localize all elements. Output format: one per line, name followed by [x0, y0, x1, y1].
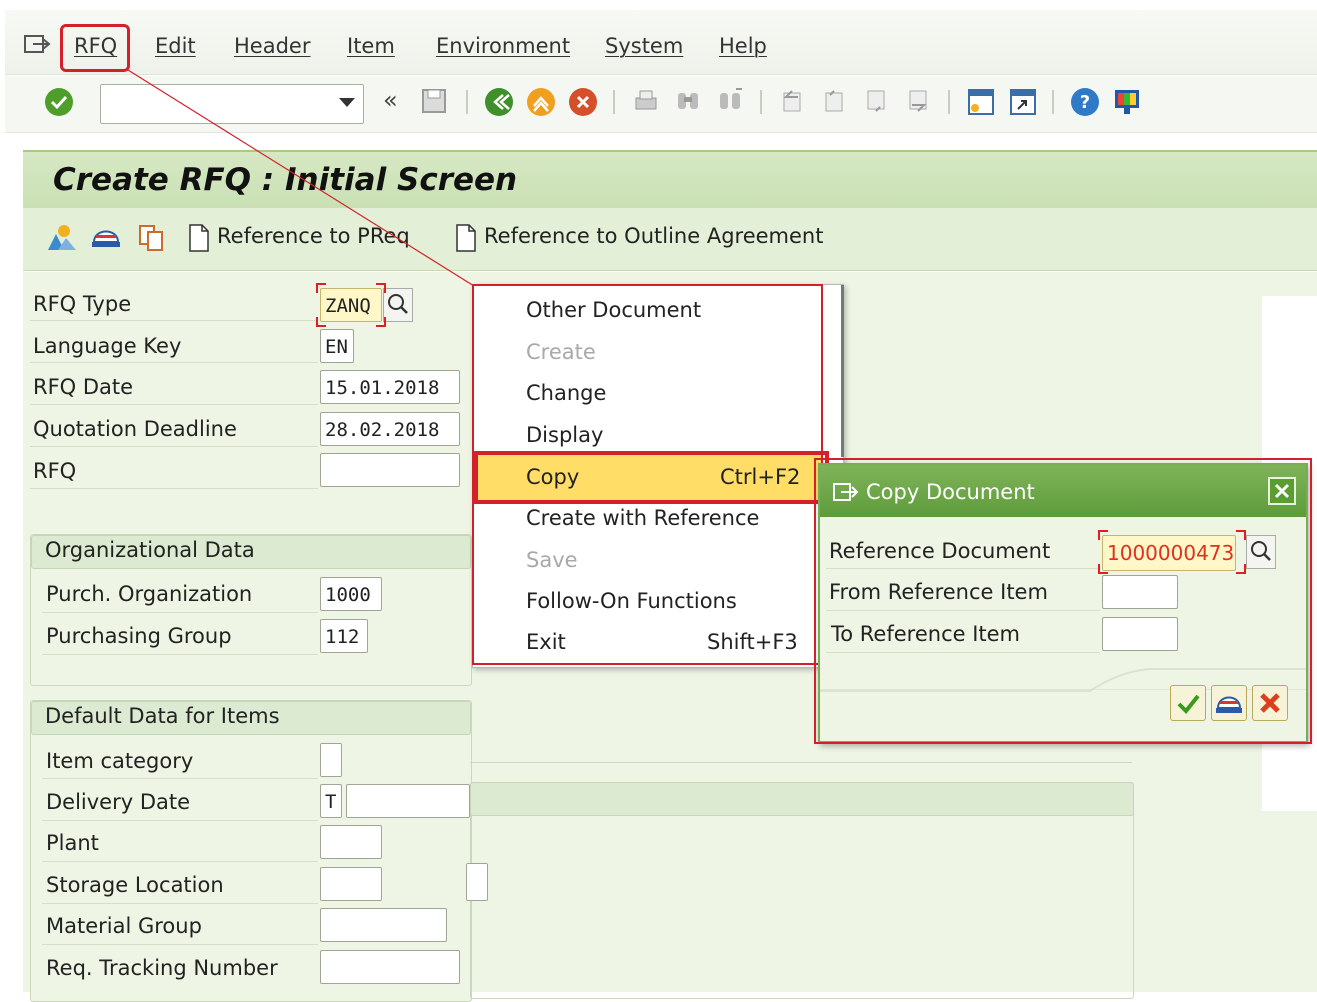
copy-highlight [474, 451, 829, 504]
dialog-highlight [814, 458, 1312, 744]
menu-scroll-edge [841, 285, 844, 457]
